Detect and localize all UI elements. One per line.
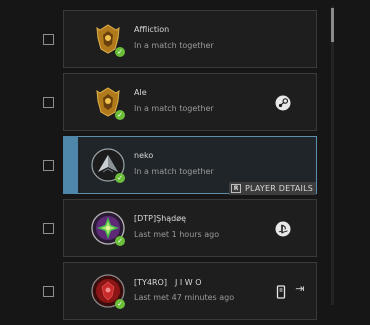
- list-item: ✓ [DTP]Şhądøę Last met 1 hours ago: [0, 199, 330, 262]
- player-details-label: PLAYER DETAILS: [245, 184, 314, 193]
- r-key-icon: R: [231, 184, 241, 193]
- scrollbar-track[interactable]: [331, 6, 334, 305]
- select-checkbox[interactable]: [43, 97, 54, 108]
- select-checkbox[interactable]: [43, 34, 54, 45]
- player-list: ✓ Affliction In a match together ✓ Ale I…: [0, 0, 370, 320]
- player-card[interactable]: ✓ [TY4RO] J I W O Last met 47 minutes ag…: [63, 262, 317, 320]
- steam-icon: [275, 95, 291, 111]
- player-status: In a match together: [134, 41, 214, 50]
- list-item: ✓ neko In a match together R PLAYER DETA…: [0, 136, 330, 199]
- select-checkbox[interactable]: [43, 223, 54, 234]
- select-checkbox[interactable]: [43, 160, 54, 171]
- player-name: Affliction: [134, 25, 170, 34]
- player-name: [TY4RO] J I W O: [134, 278, 202, 287]
- player-status: In a match together: [134, 167, 214, 176]
- list-item: ✓ Ale In a match together: [0, 73, 330, 136]
- player-card[interactable]: ✓ Affliction In a match together: [63, 10, 317, 68]
- list-item: ✓ Affliction In a match together: [0, 10, 330, 73]
- selection-accent-bar: [63, 136, 78, 194]
- player-details-button[interactable]: R PLAYER DETAILS: [229, 182, 317, 195]
- player-name: [DTP]Şhądøę: [134, 214, 187, 223]
- online-check-icon: ✓: [115, 236, 125, 246]
- player-name: neko: [134, 151, 154, 160]
- player-status: In a match together: [134, 104, 214, 113]
- online-check-icon: ✓: [115, 110, 125, 120]
- player-card-selected[interactable]: ✓ neko In a match together R PLAYER DETA…: [63, 136, 317, 195]
- player-name: Ale: [134, 88, 147, 97]
- online-check-icon: ✓: [115, 47, 125, 57]
- player-status: Last met 47 minutes ago: [134, 293, 235, 302]
- list-item: ✓ [TY4RO] J I W O Last met 47 minutes ag…: [0, 262, 330, 325]
- online-check-icon: ✓: [115, 299, 125, 309]
- player-status: Last met 1 hours ago: [134, 230, 220, 239]
- player-card[interactable]: ✓ Ale In a match together: [63, 73, 317, 131]
- online-check-icon: ✓: [115, 173, 125, 183]
- select-checkbox[interactable]: [43, 286, 54, 297]
- device-icon: [276, 285, 286, 299]
- player-card[interactable]: ✓ [DTP]Şhądøę Last met 1 hours ago: [63, 199, 317, 257]
- scrollbar-thumb[interactable]: [331, 8, 334, 42]
- playstation-icon: [275, 221, 291, 237]
- join-arrow-icon[interactable]: ⇥: [294, 283, 306, 295]
